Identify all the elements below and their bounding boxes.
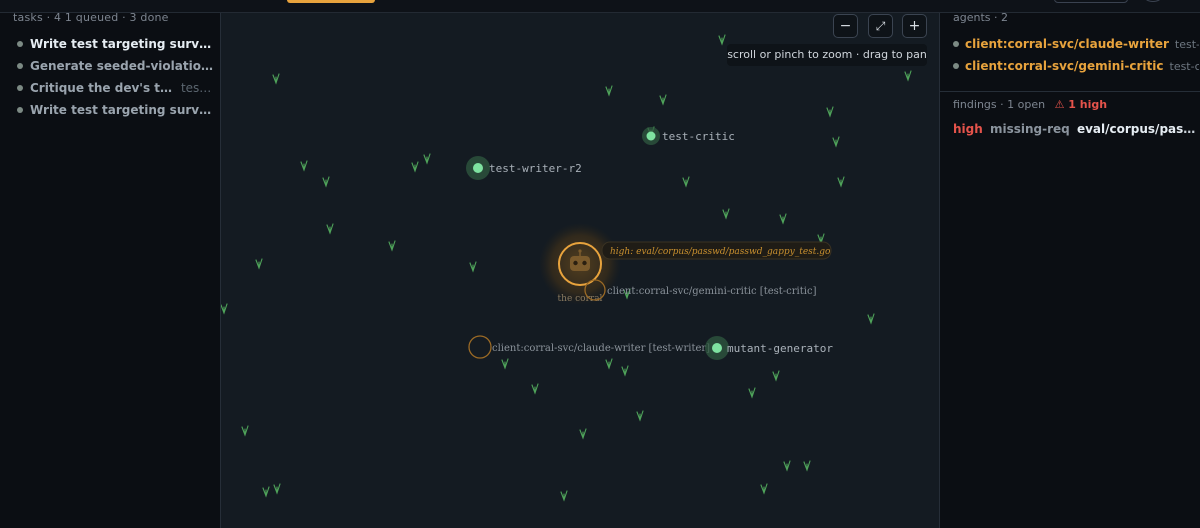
- finding-severity: high: [953, 122, 983, 136]
- grass-tuft: [605, 85, 613, 97]
- grass-tuft: [659, 94, 667, 106]
- grass-tuft: [636, 410, 644, 422]
- grass-tuft: [605, 358, 613, 370]
- task-title: Critique the dev's tests: [30, 81, 177, 95]
- grass-tuft: [241, 425, 249, 437]
- grass-tuft: [411, 161, 419, 173]
- zoom-in-button[interactable]: +: [902, 14, 927, 38]
- grass-tuft: [722, 208, 730, 220]
- task-title: Write test targeting surviv...: [30, 103, 213, 117]
- avatar[interactable]: [1143, 0, 1163, 2]
- grass-tuft: [779, 213, 787, 225]
- top-tab-accent[interactable]: [287, 0, 375, 3]
- agent-name: client:corral-svc/gemini-critic: [965, 59, 1164, 73]
- grass-tuft: [262, 486, 270, 498]
- node-label: test-writer-r2: [489, 162, 582, 175]
- tasks-header: tasks · 4 1 queued · 3 done: [13, 11, 169, 24]
- agents-panel: agents · 2 client:corral-svc/claude-writ…: [939, 11, 1200, 528]
- tasks-panel: tasks · 4 1 queued · 3 done Write test t…: [0, 11, 221, 528]
- grass-tuft: [560, 490, 568, 502]
- divider: [940, 91, 1200, 92]
- task-title: Generate seeded-violation ...: [30, 59, 213, 73]
- top-bar: [0, 0, 1200, 13]
- zoom-out-button[interactable]: −: [833, 14, 858, 38]
- grass-tuft: [904, 70, 912, 82]
- finding-item[interactable]: high missing-req eval/corpus/passwd...: [953, 122, 1199, 140]
- finding-path: eval/corpus/passwd...: [1076, 122, 1199, 136]
- zoom-hint-tooltip: scroll or pinch to zoom · drag to pan: [727, 44, 927, 66]
- client-label: client:corral-svc/claude-writer [test-wr…: [492, 343, 710, 354]
- node-mutant-generator[interactable]: mutant-generator: [705, 336, 833, 360]
- task-item[interactable]: Write test targeting surviv...: [17, 101, 213, 119]
- status-dot: [17, 107, 23, 113]
- grass-tuft: [718, 34, 726, 46]
- task-subtitle: test...: [180, 81, 213, 95]
- status-dot: [17, 63, 23, 69]
- grass-tuft: [423, 153, 431, 165]
- node-test-critic[interactable]: test-critic: [642, 127, 735, 145]
- status-dot: [953, 41, 959, 47]
- node-label: mutant-generator: [727, 342, 833, 355]
- fit-view-button[interactable]: ⤢: [868, 14, 893, 38]
- findings-header: findings · 1 open ⚠ 1 high: [953, 98, 1107, 111]
- status-dot: [17, 41, 23, 47]
- task-item[interactable]: Generate seeded-violation ...: [17, 57, 213, 75]
- grass-tuft: [621, 365, 629, 377]
- task-item[interactable]: Critique the dev's tests test...: [17, 79, 213, 97]
- agents-header: agents · 2: [953, 11, 1008, 24]
- grass-tuft: [322, 176, 330, 188]
- grass-tuft: [826, 106, 834, 118]
- grass-tuft: [783, 460, 791, 472]
- hub-label: the corral: [558, 294, 603, 304]
- client-node-claude[interactable]: client:corral-svc/claude-writer [test-wr…: [468, 335, 710, 359]
- task-item[interactable]: Write test targeting surviv...: [17, 35, 213, 53]
- callout-text: high: eval/corpus/passwd/passwd_gappy_te…: [610, 247, 831, 257]
- agent-graph-canvas[interactable]: the corral high: eval/corpus/passwd/pass…: [221, 13, 939, 528]
- status-dot: [953, 63, 959, 69]
- status-dot: [17, 85, 23, 91]
- grass-tuft: [272, 73, 280, 85]
- agent-item[interactable]: client:corral-svc/gemini-critic test-cri…: [953, 57, 1199, 75]
- node-test-writer-r2[interactable]: test-writer-r2: [466, 156, 582, 180]
- grass-tuft: [326, 223, 334, 235]
- grass-tuft: [803, 460, 811, 472]
- high-severity-badge: ⚠ 1 high: [1054, 98, 1108, 111]
- client-node-gemini[interactable]: client:corral-svc/gemini-critic [test-cr…: [584, 279, 817, 301]
- grass-tuft: [501, 358, 509, 370]
- grass-tuft: [273, 483, 281, 495]
- agent-role: test-crit: [1169, 59, 1200, 73]
- grass-tuft: [760, 483, 768, 495]
- grass-tuft: [579, 428, 587, 440]
- grass-tuft: [867, 313, 875, 325]
- grass-tuft: [748, 387, 756, 399]
- agent-item[interactable]: client:corral-svc/claude-writer test-wr: [953, 35, 1199, 53]
- grass-tuft: [832, 136, 840, 148]
- grass-tuft: [300, 160, 308, 172]
- task-title: Write test targeting surviv...: [30, 37, 213, 51]
- grass-tuft: [531, 383, 539, 395]
- finding-rule: missing-req: [989, 122, 1070, 136]
- agent-name: client:corral-svc/claude-writer: [965, 37, 1169, 51]
- grass-tuft: [682, 176, 690, 188]
- finding-callout[interactable]: high: eval/corpus/passwd/passwd_gappy_te…: [601, 241, 832, 260]
- grass-tuft: [221, 303, 228, 315]
- grass-tuft: [772, 370, 780, 382]
- grass-tuft: [837, 176, 845, 188]
- top-button[interactable]: [1054, 0, 1128, 3]
- grass-tuft: [469, 261, 477, 273]
- node-label: test-critic: [662, 130, 735, 143]
- agent-role: test-wr: [1174, 37, 1199, 51]
- findings-count: findings · 1 open: [953, 98, 1046, 111]
- grass-tuft: [255, 258, 263, 270]
- client-label: client:corral-svc/gemini-critic [test-cr…: [607, 286, 817, 297]
- graph-svg[interactable]: the corral high: eval/corpus/passwd/pass…: [221, 13, 939, 528]
- grass-tuft: [388, 240, 396, 252]
